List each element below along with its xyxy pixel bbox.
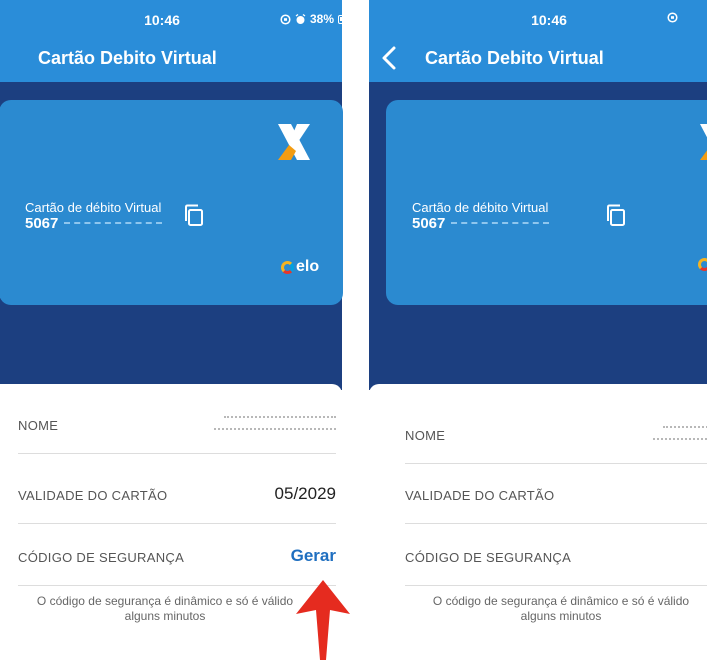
page-title: Cartão Debito Virtual — [38, 48, 217, 68]
copy-icon[interactable] — [606, 204, 626, 226]
virtual-card: Cartão de débito Virtual 5067 elo — [0, 100, 343, 305]
name-row: NOME — [405, 404, 707, 464]
name-label: NOME — [405, 428, 446, 443]
name-label: NOME — [18, 418, 59, 433]
validity-value: 05/2029 — [274, 484, 336, 503]
phone-screen-right: 10:46 Cartão Debito Virtual Cartão de dé… — [369, 0, 707, 660]
security-code-row: CÓDIGO DE SEGURANÇA Gerar — [18, 526, 336, 586]
validity-label: VALIDADE DO CARTÃO — [18, 488, 168, 503]
status-bar: 10:46 38% — [0, 0, 357, 34]
status-bar: 10:46 — [369, 0, 707, 34]
footnote-line-1: O código de segurança é dinâmico e só é … — [432, 594, 690, 608]
caixa-x-logo — [278, 124, 310, 160]
battery-icon — [338, 14, 357, 24]
card-label: Cartão de débito Virtual — [25, 200, 162, 215]
card-number-masked — [451, 222, 550, 225]
card-number-prefix: 5067 — [25, 215, 59, 232]
status-icons — [667, 12, 678, 23]
card-details-sheet: NOME VALIDADE DO CARTÃO 05/2029 CÓDIGO D… — [0, 384, 342, 660]
chevron-left-icon[interactable] — [377, 44, 403, 72]
screenshot-left: 10:46 38% Cartão Debito Virtual Cartão d… — [0, 0, 365, 660]
card-number: 5067 — [25, 215, 163, 232]
screenshot-right: 10:46 Cartão Debito Virtual Cartão de dé… — [369, 0, 707, 660]
phone-screen-left: 10:46 38% Cartão Debito Virtual Cartão d… — [0, 0, 357, 660]
validity-row: VALIDADE DO CARTÃO 05/2029 — [18, 464, 336, 524]
generate-button[interactable]: Gerar — [291, 546, 336, 566]
card-number: 5067 — [412, 215, 550, 232]
battery-percent: 38% — [310, 12, 335, 26]
footnote-line-1: O código de segurança é dinâmico e só é … — [36, 594, 294, 608]
security-code-label: CÓDIGO DE SEGURANÇA — [405, 550, 572, 565]
security-code-footnote: O código de segurança é dinâmico e só é … — [391, 594, 707, 624]
page-title: Cartão Debito Virtual — [425, 48, 604, 68]
status-time: 10:46 — [531, 12, 567, 28]
footnote-line-2: alguns minutos — [124, 609, 206, 623]
app-header: Cartão Debito Virtual — [369, 34, 707, 82]
validity-row: VALIDADE DO CARTÃO 05/2029 — [405, 464, 707, 524]
security-code-footnote: O código de segurança é dinâmico e só é … — [12, 594, 318, 624]
security-code-row: CÓDIGO DE SEGURANÇA — [405, 526, 707, 586]
card-details-sheet: NOME VALIDADE DO CARTÃO 05/2029 CÓDIGO D… — [369, 384, 707, 660]
footnote-line-2: alguns minutos — [520, 609, 602, 623]
name-row: NOME — [18, 394, 336, 454]
elo-brand: elo — [281, 258, 319, 276]
card-label: Cartão de débito Virtual — [412, 200, 549, 215]
alarm-icon — [295, 13, 306, 24]
app-header: Cartão Debito Virtual — [0, 34, 342, 82]
copy-icon[interactable] — [184, 204, 204, 226]
elo-brand-text: elo — [296, 258, 320, 275]
validity-label: VALIDADE DO CARTÃO — [405, 488, 555, 503]
card-area: Cartão de débito Virtual 5067 elo — [0, 82, 343, 390]
card-area: Cartão de débito Virtual 5067 — [369, 82, 707, 390]
status-icons: 38% — [280, 12, 357, 26]
rotation-lock-icon — [667, 12, 678, 23]
card-number-masked — [64, 222, 163, 225]
caixa-x-logo — [700, 124, 707, 160]
name-value-blurred — [645, 426, 707, 450]
virtual-card: Cartão de débito Virtual 5067 — [386, 100, 707, 305]
rotation-lock-icon — [280, 13, 291, 25]
name-value-blurred — [206, 416, 336, 440]
card-number-prefix: 5067 — [412, 215, 446, 232]
red-arrow-annotation — [296, 580, 350, 660]
elo-ring-icon — [698, 258, 707, 271]
security-code-label: CÓDIGO DE SEGURANÇA — [18, 550, 185, 565]
elo-brand — [698, 258, 707, 271]
elo-ring-icon — [281, 260, 294, 274]
